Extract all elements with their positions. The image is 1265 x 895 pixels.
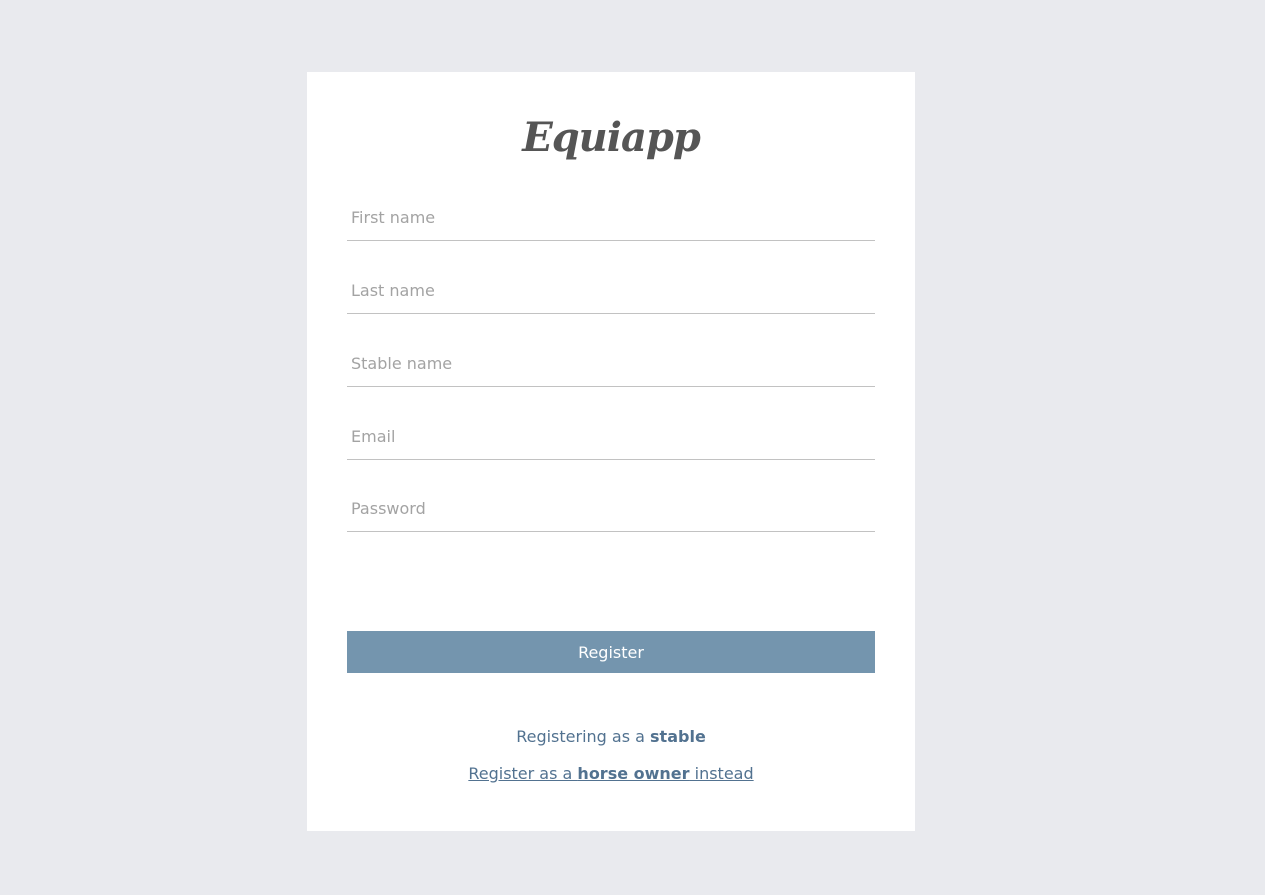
role-status-value: stable <box>650 727 706 746</box>
last-name-field <box>347 267 875 314</box>
role-status: Registering as a stable <box>307 726 915 748</box>
password-input[interactable] <box>347 485 875 531</box>
register-card: Equiapp Register Registering as a stable… <box>307 72 915 831</box>
first-name-field <box>347 194 875 241</box>
password-field <box>347 485 875 532</box>
stable-name-field <box>347 340 875 387</box>
email-input[interactable] <box>347 413 875 459</box>
stable-name-input[interactable] <box>347 340 875 386</box>
register-button[interactable]: Register <box>347 631 875 673</box>
email-field <box>347 413 875 460</box>
app-logo: Equiapp <box>522 114 701 161</box>
first-name-input[interactable] <box>347 194 875 240</box>
switch-role-target: horse owner <box>577 764 690 783</box>
role-status-prefix: Registering as a <box>516 727 651 746</box>
switch-role-prefix: Register as a <box>468 764 578 783</box>
switch-role: Register as a horse owner instead <box>307 763 915 785</box>
last-name-input[interactable] <box>347 267 875 313</box>
switch-role-suffix: instead <box>689 764 754 783</box>
switch-role-link[interactable]: Register as a horse owner instead <box>468 764 753 783</box>
